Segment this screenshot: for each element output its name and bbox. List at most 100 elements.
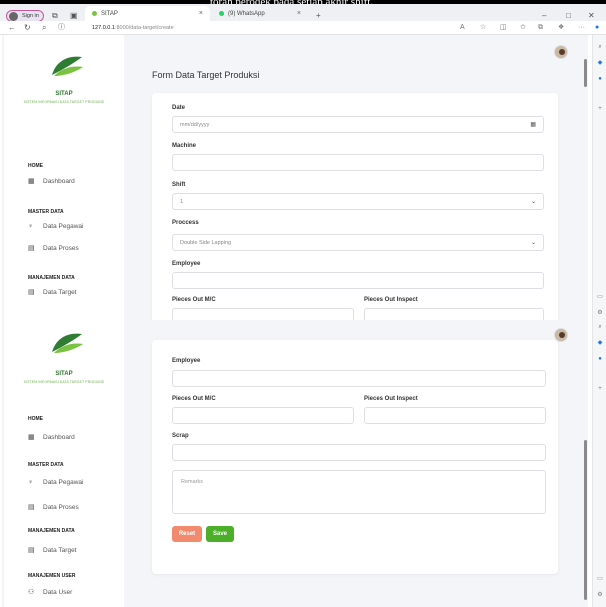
site-info-icon[interactable]: ⓘ <box>58 23 65 33</box>
table-icon: ▤ <box>28 504 35 511</box>
section-master-data: MASTER DATA <box>28 209 64 215</box>
sidebar-item-label: Dashboard <box>43 433 75 441</box>
shopping-icon[interactable]: ◆ <box>596 59 604 67</box>
tab-sitap[interactable]: SITAP × <box>85 6 210 21</box>
page-scrollbar-thumb[interactable] <box>584 59 587 87</box>
maximize-button[interactable]: □ <box>566 11 571 20</box>
workspaces-icon[interactable]: ⧉ <box>52 11 58 20</box>
person-icon: ♀ <box>28 479 34 486</box>
machine-field[interactable] <box>172 154 544 171</box>
sidebar-item-data-pegawai[interactable]: ♀ Data Pegawai <box>28 223 83 230</box>
shopping-icon[interactable]: ◆ <box>596 339 604 347</box>
machine-label: Machine <box>172 143 197 149</box>
save-button[interactable]: Save <box>206 526 234 542</box>
outlook-icon[interactable]: ● <box>596 75 604 83</box>
favorites-icon[interactable]: ✩ <box>520 23 526 33</box>
sitap-logo-icon <box>52 333 83 353</box>
sidebar-item-data-proses[interactable]: ▤ Data Proses <box>28 503 79 512</box>
users-icon: ⚇ <box>28 589 35 596</box>
sidebar-item-data-user[interactable]: ⚇ Data User <box>28 588 73 597</box>
more-menu-icon[interactable]: ··· <box>578 23 585 33</box>
pieces-out-inspect-label: Pieces Out Inspect <box>364 297 418 303</box>
process-label: Proccess <box>172 220 199 226</box>
calendar-icon[interactable]: ▦ <box>530 121 536 128</box>
pieces-out-mc-label: Pieces Out M/C <box>172 396 216 402</box>
process-select[interactable]: Double Side Lapping ⌄ <box>172 234 544 251</box>
copilot-icon[interactable]: ● <box>595 23 599 33</box>
process-value: Double Side Lapping <box>180 239 232 246</box>
page-scrollbar-thumb[interactable] <box>584 440 587 600</box>
search-icon[interactable]: ⌕ <box>42 23 46 33</box>
sidebar-item-data-target[interactable]: ▤ Data Target <box>28 546 76 555</box>
pieces-out-mc-field[interactable] <box>172 308 354 320</box>
pieces-out-mc-label: Pieces Out M/C <box>172 297 216 303</box>
settings-icon[interactable]: ⚙ <box>596 591 604 599</box>
reset-button[interactable]: Reset <box>172 526 202 542</box>
reload-icon[interactable]: ↻ <box>24 23 31 33</box>
form-card: Employee Pieces Out M/C Pieces Out Inspe… <box>152 340 558 574</box>
url-field[interactable]: 127.0.0.1:8000/data-target/create <box>92 23 174 33</box>
section-master-data: MASTER DATA <box>28 462 64 468</box>
sidebar-item-data-proses[interactable]: ▤ Data Proses <box>28 244 79 253</box>
date-label: Date <box>172 105 186 111</box>
search-icon[interactable]: ⌕ <box>596 43 604 51</box>
pieces-out-inspect-field[interactable] <box>364 308 544 320</box>
shift-value: 1 <box>180 198 184 205</box>
table-icon: ▤ <box>28 245 35 252</box>
sidebar-item-label: Data Target <box>43 288 77 296</box>
search-icon[interactable]: ⌕ <box>596 323 604 331</box>
sitap-logo-icon <box>52 56 83 76</box>
shift-select[interactable]: 1 ⌄ <box>172 193 544 210</box>
close-tab-icon[interactable]: × <box>199 10 203 17</box>
sidebar-item-dashboard[interactable]: ▦ Dashboard <box>28 433 75 442</box>
sidebar-item-label: Data User <box>43 588 73 596</box>
back-icon[interactable]: ← <box>8 23 16 33</box>
brand-tagline: SISTEM INFORMASI DATA TARGET PRODUKSI <box>23 100 105 104</box>
employee-field[interactable] <box>172 370 546 387</box>
settings-icon[interactable]: ⚙ <box>596 309 604 317</box>
section-home: HOME <box>28 163 43 169</box>
tab-whatsapp[interactable]: (9) WhatsApp × <box>212 6 308 21</box>
employee-label: Employee <box>172 261 201 267</box>
sidebar-item-data-target[interactable]: ▤ Data Target <box>28 288 77 297</box>
user-avatar[interactable] <box>554 45 568 59</box>
section-manajemen-user: MANAJEMEN USER <box>28 573 76 579</box>
sidebar-item-data-pegawai[interactable]: ♀ Data Pegawai <box>28 479 83 486</box>
add-sidebar-app-icon[interactable]: + <box>596 105 604 113</box>
sidebar-item-label: Data Proses <box>43 244 79 252</box>
shift-label: Shift <box>172 182 186 188</box>
brand-tagline: SISTEM INFORMASI DATA TARGET PRODUKSI <box>23 380 105 384</box>
pieces-out-inspect-label: Pieces Out Inspect <box>364 396 418 402</box>
pieces-out-inspect-field[interactable] <box>364 407 546 424</box>
signin-label: Sign in <box>22 13 39 19</box>
scrap-field[interactable] <box>172 444 546 461</box>
section-home: HOME <box>28 416 43 422</box>
split-screen-icon[interactable]: ◫ <box>500 23 507 33</box>
edge-sidebar: ⌕ ◆ ● + ▭ ⚙ ⌕ ◆ ● + ▭ ⚙ <box>592 35 606 607</box>
date-field[interactable]: mm/dd/yyyy ▦ <box>172 116 544 133</box>
close-window-button[interactable]: ✕ <box>588 11 595 20</box>
screenshot-icon[interactable]: ▭ <box>596 575 604 583</box>
pieces-out-mc-field[interactable] <box>172 407 354 424</box>
sidebar-item-label: Data Pegawai <box>43 223 84 230</box>
date-placeholder: mm/dd/yyyy <box>180 121 210 128</box>
add-sidebar-app-icon[interactable]: + <box>596 385 604 393</box>
favorite-star-icon[interactable]: ☆ <box>480 23 486 33</box>
new-tab-button[interactable]: + <box>316 11 321 20</box>
minimize-button[interactable]: – <box>542 11 546 20</box>
employee-label: Employee <box>172 358 201 364</box>
read-aloud-icon[interactable]: A <box>460 23 465 33</box>
sidebar-item-dashboard[interactable]: ▦ Dashboard <box>28 177 75 186</box>
collections-icon[interactable]: ⧉ <box>538 23 543 33</box>
employee-field[interactable] <box>172 272 544 289</box>
screenshot-icon[interactable]: ▭ <box>596 293 604 301</box>
sitap-favicon-icon <box>92 11 97 16</box>
tab-actions-icon[interactable]: ▣ <box>70 11 78 20</box>
outlook-icon[interactable]: ● <box>596 355 604 363</box>
close-tab-icon[interactable]: × <box>297 10 301 17</box>
section-manajemen-data: MANAJEMEN DATA <box>28 275 75 281</box>
table-icon: ▤ <box>28 547 35 554</box>
brand-name: SITAP <box>55 371 73 377</box>
remarks-textarea[interactable]: Remarks <box>172 470 546 514</box>
extensions-icon[interactable]: ❖ <box>558 23 564 33</box>
